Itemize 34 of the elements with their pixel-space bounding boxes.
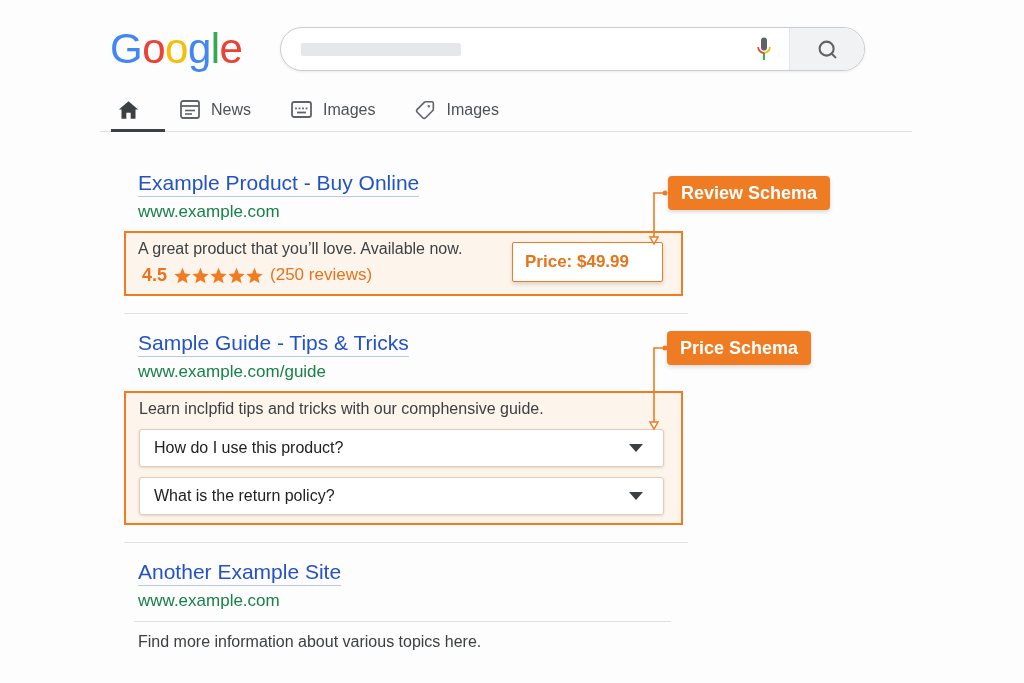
result-title-link[interactable]: Another Example Site: [138, 559, 342, 586]
caret-down-icon: [629, 444, 643, 452]
star-icon: [192, 266, 210, 284]
result-description: Learn inclpfid tips and tricks with our comphensive guide.: [139, 399, 545, 419]
callout-label: Price Schema: [667, 331, 812, 365]
result-title-link[interactable]: Example Product - Buy Online: [138, 170, 420, 197]
review-count: (250 reviews): [270, 265, 373, 285]
result-url: www.example.com/guide: [138, 361, 327, 383]
result-url: www.example.com: [138, 590, 280, 612]
faq-dropdown[interactable]: How do I use this product?: [139, 429, 664, 467]
star-icon: [228, 266, 246, 284]
search-tab[interactable]: News: [165, 90, 276, 132]
star-icon: [210, 266, 228, 284]
microphone-icon: [757, 37, 771, 61]
google-logo: Google: [110, 26, 243, 72]
price-tag: Price: $49.99: [512, 242, 663, 282]
caret-down-icon: [629, 492, 643, 500]
result-description: Find more information about various topics here.: [138, 632, 482, 652]
result-url: www.example.com: [138, 201, 280, 223]
search-button[interactable]: [789, 28, 864, 70]
faq-dropdown[interactable]: What is the return policy?: [139, 477, 664, 515]
document-icon: [180, 100, 200, 119]
star-icon: [174, 266, 192, 284]
search-tab[interactable]: Images: [400, 90, 524, 132]
callout-label: Review Schema: [668, 176, 831, 210]
rating-value: 4.5: [142, 265, 168, 285]
search-tab[interactable]: Images: [276, 90, 401, 132]
star-icon: [246, 266, 264, 284]
tag-icon: [415, 99, 436, 120]
result-description: A great product that you’ll love. Available now.: [138, 239, 463, 259]
keyboard-icon: [291, 101, 312, 118]
result-title-link[interactable]: Sample Guide - Tips & Tricks: [138, 330, 409, 357]
home-icon: [118, 99, 139, 120]
search-icon: [816, 38, 838, 60]
